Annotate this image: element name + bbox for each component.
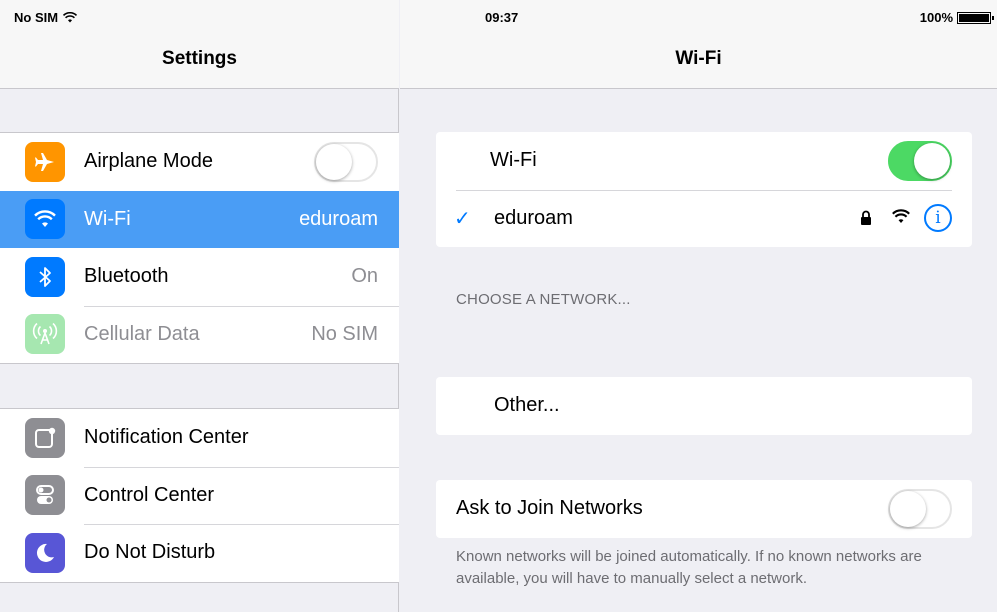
- wifi-signal-icon: [892, 208, 910, 223]
- airplane-mode-toggle[interactable]: [314, 142, 378, 182]
- sidebar-item-bluetooth[interactable]: Bluetooth On: [0, 248, 399, 306]
- carrier-status: No SIM: [14, 10, 78, 25]
- ask-to-join-label: Ask to Join Networks: [456, 497, 643, 520]
- ask-to-join-toggle[interactable]: [888, 489, 952, 529]
- sidebar-item-wifi[interactable]: Wi-Fi eduroam: [0, 190, 399, 248]
- sidebar-item-airplane-mode[interactable]: Airplane Mode: [0, 133, 399, 191]
- bluetooth-icon: [25, 256, 65, 297]
- sidebar-item-notification-center[interactable]: Notification Center: [0, 409, 399, 467]
- checkmark-icon: ✓: [454, 207, 471, 230]
- sidebar-item-label: Bluetooth: [84, 265, 169, 288]
- settings-group-connectivity: Airplane Mode Wi-Fi eduroam Bluetooth On…: [0, 132, 399, 364]
- sidebar-item-do-not-disturb[interactable]: Do Not Disturb: [0, 524, 399, 582]
- ask-to-join-row: Ask to Join Networks: [436, 480, 972, 538]
- wifi-status-icon: [63, 12, 78, 23]
- wifi-detail-pane: Wi-Fi Wi-Fi ✓ eduroam i CHOOSE A NETWORK…: [400, 0, 997, 612]
- other-network-card: Other...: [436, 377, 972, 435]
- ask-to-join-footnote: Known networks will be joined automatica…: [456, 548, 922, 587]
- wifi-card: Wi-Fi ✓ eduroam i: [436, 132, 972, 247]
- sidebar-item-value: No SIM: [311, 322, 378, 345]
- clock: 09:37: [485, 10, 519, 25]
- settings-group-notifications: Notification Center Control Center Do No…: [0, 408, 399, 583]
- cellular-icon: [25, 314, 65, 355]
- sidebar-item-label: Control Center: [84, 483, 215, 506]
- moon-icon: [25, 532, 65, 573]
- battery-percent: 100%: [919, 10, 953, 25]
- sidebar-item-label: Wi-Fi: [84, 207, 131, 230]
- detail-title: Wi-Fi: [675, 48, 722, 69]
- sidebar-item-label: Notification Center: [84, 426, 249, 449]
- notification-center-icon: [25, 417, 65, 458]
- status-bar: No SIM 09:37 100%: [0, 0, 997, 32]
- ask-to-join-card: Ask to Join Networks: [436, 480, 972, 538]
- wifi-icon: [25, 199, 65, 240]
- other-network-label: Other...: [494, 394, 560, 417]
- sidebar-item-label: Cellular Data: [84, 322, 200, 345]
- sidebar-item-control-center[interactable]: Control Center: [0, 466, 399, 525]
- sidebar-item-label: Do Not Disturb: [84, 541, 216, 564]
- page-title: Settings: [162, 48, 237, 69]
- battery-icon: [957, 11, 994, 24]
- battery-status: 100%: [919, 10, 994, 25]
- wifi-row-label: Wi-Fi: [490, 149, 537, 172]
- control-center-icon: [25, 475, 65, 516]
- sidebar-item-label: Airplane Mode: [84, 150, 213, 173]
- network-name: eduroam: [494, 206, 573, 229]
- sidebar-item-value: On: [351, 265, 378, 288]
- wifi-toggle-row: Wi-Fi: [436, 132, 972, 190]
- other-network-row[interactable]: Other...: [436, 377, 972, 435]
- info-icon[interactable]: i: [924, 204, 952, 233]
- choose-network-header: CHOOSE A NETWORK...: [456, 291, 631, 308]
- sidebar-item-value: eduroam: [299, 207, 378, 230]
- wifi-toggle[interactable]: [888, 141, 952, 181]
- lock-icon: [861, 210, 871, 225]
- sidebar-item-cellular-data[interactable]: Cellular Data No SIM: [0, 305, 399, 364]
- carrier-label: No SIM: [14, 10, 59, 25]
- network-row-eduroam[interactable]: ✓ eduroam i: [436, 189, 972, 248]
- settings-sidebar: Settings Airplane Mode Wi-Fi eduroam Blu…: [0, 0, 399, 612]
- airplane-icon: [25, 141, 65, 182]
